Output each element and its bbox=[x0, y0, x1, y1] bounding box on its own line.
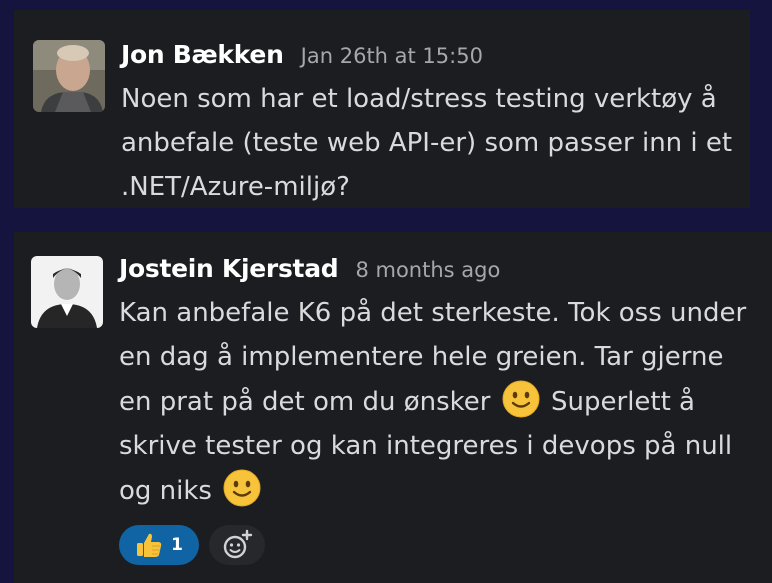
avatar-jostein[interactable] bbox=[31, 256, 103, 328]
message-header: Jon Bækken Jan 26th at 15:50 bbox=[121, 38, 736, 75]
message-jostein: Jostein Kjerstad 8 months ago Kan anbefa… bbox=[14, 232, 772, 583]
add-reaction-icon bbox=[223, 529, 253, 559]
reactions-bar: 1 bbox=[119, 525, 764, 565]
slightly-smiling-face-icon bbox=[502, 380, 540, 418]
message-text: Kan anbefale K6 på det sterkeste. Tok os… bbox=[119, 291, 764, 513]
add-reaction-button[interactable] bbox=[209, 525, 265, 565]
message-text: Noen som har et load/stress testing verk… bbox=[121, 84, 733, 202]
author-name[interactable]: Jostein Kjerstad bbox=[119, 254, 339, 283]
slightly-smiling-face-icon bbox=[223, 469, 261, 507]
timestamp[interactable]: 8 months ago bbox=[355, 258, 500, 282]
reaction-count: 1 bbox=[171, 535, 183, 555]
avatar-jon-image bbox=[33, 40, 105, 112]
avatar-jostein-image bbox=[31, 256, 103, 328]
thumbs-up-icon bbox=[137, 533, 162, 557]
message-header: Jostein Kjerstad 8 months ago bbox=[119, 252, 764, 289]
avatar-jon[interactable] bbox=[33, 40, 105, 112]
message-content: Jon Bækken Jan 26th at 15:50 Noen som ha… bbox=[121, 38, 736, 209]
timestamp[interactable]: Jan 26th at 15:50 bbox=[301, 44, 483, 68]
message-jon: Jon Bækken Jan 26th at 15:50 Noen som ha… bbox=[14, 10, 750, 208]
author-name[interactable]: Jon Bækken bbox=[121, 40, 284, 69]
message-content: Jostein Kjerstad 8 months ago Kan anbefa… bbox=[119, 252, 764, 565]
reaction-thumbs-up[interactable]: 1 bbox=[119, 525, 199, 565]
